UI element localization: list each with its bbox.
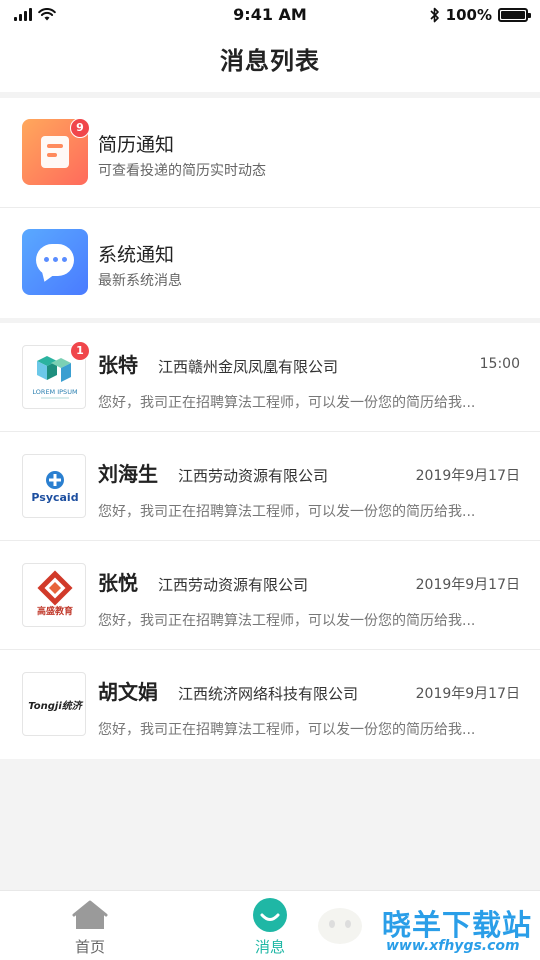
notice-item-system[interactable]: 系统通知 最新系统消息 [0,208,540,318]
battery-icon [498,8,531,22]
tab-home[interactable]: 首页 [30,891,150,960]
watermark-url: www.xfhygs.com [386,938,520,954]
watermark: 晓羊下载站 www.xfhygs.com [318,900,540,960]
nav-bar: 消息列表 [0,30,540,92]
status-bar: 9:41 AM 100% [0,0,540,30]
chat-item[interactable]: Tongji统济 胡文娟 江西统济网络科技有限公司 2019年9月17日 您好，… [0,650,540,759]
message-preview: 您好，我司正在招聘算法工程师，可以发一份您的简历给我... [98,395,476,411]
unread-badge: 1 [70,341,90,361]
tab-label: 首页 [74,938,105,956]
company-name: 江西劳动资源有限公司 [158,576,309,594]
chat-bubble-icon [22,229,88,295]
contact-name: 张悦 [98,571,138,595]
message-preview: 您好，我司正在招聘算法工程师，可以发一份您的简历给我... [98,613,476,629]
chat-list: LOREM IPSUM 1 张特 江西赣州金凤凤凰有限公司 15:00 您好，我… [0,323,540,759]
contact-name: 刘海生 [98,462,158,486]
unread-badge: 9 [70,118,90,138]
company-name: 江西劳动资源有限公司 [178,467,329,485]
notice-subtitle: 可查看投递的简历实时动态 [98,163,266,179]
tab-messages[interactable]: 消息 [210,891,330,960]
message-time: 2019年9月17日 [415,686,520,702]
message-preview: 您好，我司正在招聘算法工程师，可以发一份您的简历给我... [98,504,476,520]
notice-list: 9 简历通知 可查看投递的简历实时动态 系统通知 最新系统消息 [0,98,540,318]
notice-title: 简历通知 [98,134,175,156]
company-logo: Tongji统济 [22,672,86,736]
chat-item[interactable]: Psycaid 刘海生 江西劳动资源有限公司 2019年9月17日 您好，我司正… [0,432,540,541]
notice-title: 系统通知 [98,244,175,266]
svg-text:Psycaid: Psycaid [31,491,78,504]
page-title: 消息列表 [220,47,320,75]
message-preview: 您好，我司正在招聘算法工程师，可以发一份您的简历给我... [98,722,476,738]
chat-item[interactable]: 高盛教育 张悦 江西劳动资源有限公司 2019年9月17日 您好，我司正在招聘算… [0,541,540,650]
company-logo: Psycaid [22,454,86,518]
status-right: 100% [430,6,531,24]
notice-item-resume[interactable]: 9 简历通知 可查看投递的简历实时动态 [0,98,540,208]
svg-text:高盛教育: 高盛教育 [37,605,73,617]
message-time: 2019年9月17日 [415,577,520,593]
battery-percent: 100% [445,6,492,24]
company-name: 江西赣州金凤凤凰有限公司 [158,358,339,376]
svg-text:Tongji统济: Tongji统济 [28,700,84,712]
message-time: 2019年9月17日 [415,468,520,484]
company-logo: 高盛教育 [22,563,86,627]
sheep-logo-icon [318,908,362,944]
message-time: 15:00 [479,356,520,372]
chat-item[interactable]: LOREM IPSUM 1 张特 江西赣州金凤凤凰有限公司 15:00 您好，我… [0,323,540,432]
tab-label: 消息 [254,938,285,956]
company-name: 江西统济网络科技有限公司 [178,685,359,703]
notice-subtitle: 最新系统消息 [98,273,182,289]
bluetooth-icon [430,7,439,23]
svg-text:LOREM IPSUM: LOREM IPSUM [32,388,77,396]
message-icon [253,898,287,932]
contact-name: 胡文娟 [98,680,158,704]
contact-name: 张特 [98,353,138,377]
home-icon [72,900,108,929]
